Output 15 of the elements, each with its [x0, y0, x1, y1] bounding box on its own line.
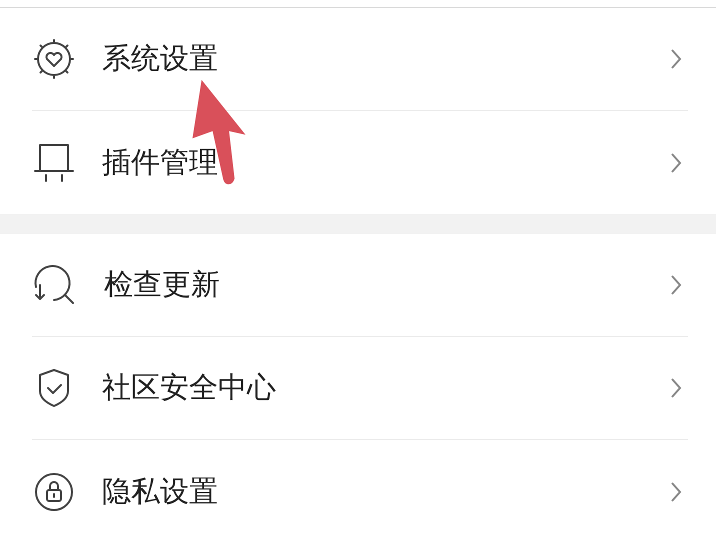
setting-label: 检查更新	[104, 266, 220, 304]
chevron-right-icon	[670, 48, 682, 70]
settings-row[interactable]: 插件管理	[32, 111, 688, 214]
setting-label: 隐私设置	[102, 472, 218, 510]
settings-row[interactable]: 隐私设置	[32, 440, 688, 543]
chevron-right-icon	[670, 152, 682, 174]
gear-heart-icon	[32, 37, 76, 81]
settings-row[interactable]: 社区安全中心	[32, 337, 688, 440]
setting-label: 社区安全中心	[102, 369, 276, 406]
setting-label: 系统设置	[102, 40, 218, 78]
settings-row[interactable]: 检查更新	[32, 234, 688, 337]
chevron-right-icon	[670, 377, 682, 399]
chevron-right-icon	[670, 274, 682, 296]
chevron-right-icon	[670, 480, 682, 502]
setting-label: 插件管理	[102, 144, 218, 181]
